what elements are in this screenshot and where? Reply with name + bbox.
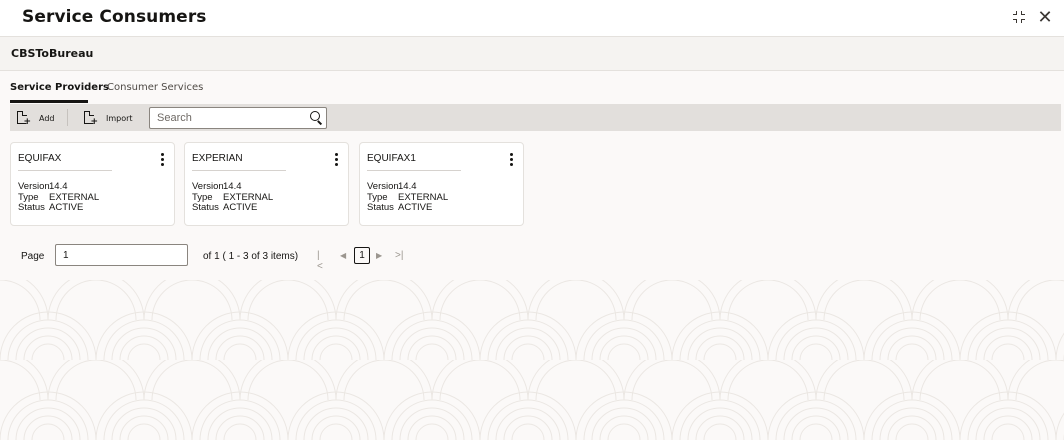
decorative-background-pattern xyxy=(0,280,1064,440)
toolbar: + Add + Import xyxy=(10,104,1061,131)
close-icon[interactable]: ✕ xyxy=(1036,8,1054,28)
service-provider-card[interactable]: EQUIFAX1 Version 14.4 Type EXTERNAL Status… xyxy=(359,142,524,226)
version-label: Version xyxy=(367,181,399,192)
version-label: Version xyxy=(18,181,50,192)
more-options-icon[interactable] xyxy=(159,152,167,168)
status-value: ACTIVE xyxy=(398,202,433,213)
import-document-icon: + xyxy=(84,111,98,127)
active-tab-indicator xyxy=(10,100,88,103)
card-divider xyxy=(367,170,461,171)
search-icon[interactable] xyxy=(310,111,324,125)
current-page-button[interactable]: 1 xyxy=(354,247,370,264)
first-page-icon[interactable]: |< xyxy=(317,250,323,272)
minimize-icon[interactable] xyxy=(1010,8,1028,28)
status-label: Status xyxy=(367,202,394,213)
window-header: Service Consumers ✕ xyxy=(0,0,1064,37)
card-divider xyxy=(18,170,112,171)
add-document-icon: + xyxy=(17,111,31,127)
version-label: Version xyxy=(192,181,224,192)
add-button-label: Add xyxy=(39,113,55,123)
status-label: Status xyxy=(192,202,219,213)
more-options-icon[interactable] xyxy=(333,152,341,168)
search-box xyxy=(149,107,327,129)
page-title: Service Consumers xyxy=(22,7,207,27)
toolbar-divider xyxy=(67,109,68,126)
status-label: Status xyxy=(18,202,45,213)
tab-service-providers[interactable]: Service Providers xyxy=(10,82,109,93)
more-options-icon[interactable] xyxy=(508,152,516,168)
previous-page-icon[interactable]: ◀ xyxy=(340,251,346,260)
page-count-text: of 1 ( 1 - 3 of 3 items) xyxy=(203,251,299,262)
sub-header: CBSToBureau xyxy=(0,37,1064,71)
page-number-input[interactable] xyxy=(55,244,188,266)
provider-details: Version 14.4 Type EXTERNAL Status ACTIVE xyxy=(367,181,448,214)
import-button-label: Import xyxy=(106,113,133,123)
next-page-icon[interactable]: ▶ xyxy=(376,251,382,260)
page-label: Page xyxy=(21,251,45,262)
add-button[interactable]: + Add xyxy=(17,109,55,127)
provider-name: EXPERIAN xyxy=(192,153,243,164)
service-provider-card[interactable]: EQUIFAX Version 14.4 Type EXTERNAL Status A… xyxy=(10,142,175,226)
card-divider xyxy=(192,170,286,171)
tab-bar: Service Providers Consumer Services xyxy=(0,72,1064,103)
last-page-icon[interactable]: >| xyxy=(395,250,403,261)
tab-consumer-services[interactable]: Consumer Services xyxy=(107,82,203,93)
service-provider-card[interactable]: EXPERIAN Version 14.4 Type EXTERNAL Status… xyxy=(184,142,349,226)
provider-name: EQUIFAX1 xyxy=(367,153,416,164)
import-button[interactable]: + Import xyxy=(84,109,133,127)
version-value: 14.4 xyxy=(49,181,68,192)
version-value: 14.4 xyxy=(223,181,242,192)
status-value: ACTIVE xyxy=(223,202,258,213)
provider-details: Version 14.4 Type EXTERNAL Status ACTIVE xyxy=(192,181,273,214)
search-input[interactable] xyxy=(150,108,300,128)
status-value: ACTIVE xyxy=(49,202,84,213)
provider-name: EQUIFAX xyxy=(18,153,62,164)
version-value: 14.4 xyxy=(398,181,417,192)
provider-details: Version 14.4 Type EXTERNAL Status ACTIVE xyxy=(18,181,99,214)
service-consumer-name: CBSToBureau xyxy=(11,47,94,60)
